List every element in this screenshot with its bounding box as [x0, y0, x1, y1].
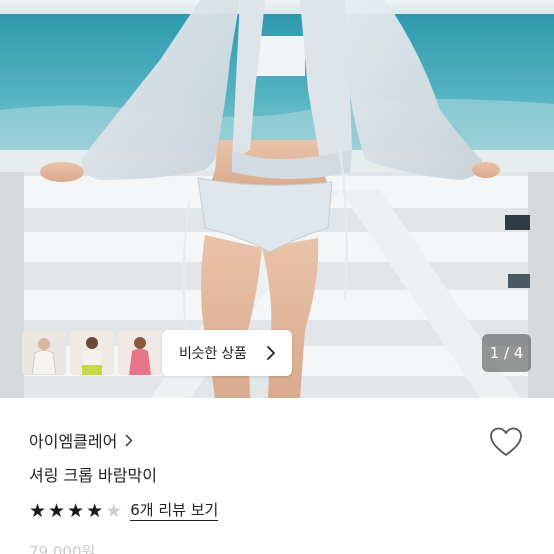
thumbnail-strip: [22, 331, 162, 375]
thumbnail-3-image: [118, 331, 162, 375]
star-rating: ★ ★ ★ ★ ★: [29, 501, 122, 521]
review-link[interactable]: 6개 리뷰 보기: [130, 501, 219, 521]
thumbnail-2[interactable]: [70, 331, 114, 375]
star-icon: ★: [86, 500, 104, 522]
product-price: 79,000원: [29, 543, 96, 554]
similar-products-button[interactable]: 비슷한 상품: [162, 330, 292, 376]
brand-link[interactable]: 아이엠클레어: [29, 428, 133, 452]
image-page-indicator: 1 / 4: [482, 334, 531, 372]
star-icon: ★: [48, 500, 66, 522]
similar-products-label: 비슷한 상품: [179, 346, 247, 362]
star-icon: ★: [105, 500, 123, 522]
thumbnail-3[interactable]: [118, 331, 162, 375]
thumbnail-1[interactable]: [22, 331, 66, 375]
wishlist-button[interactable]: [488, 426, 524, 462]
product-info: 아이엠클레어 셔링 크롭 바람막이 ★ ★ ★ ★ ★ 6개 리뷰 보기 79,000원: [0, 398, 554, 554]
rating-row: ★ ★ ★ ★ ★ 6개 리뷰 보기: [29, 501, 219, 521]
chevron-right-icon: [267, 346, 275, 360]
thumbnail-1-image: [22, 331, 66, 375]
product-title: 셔링 크롭 바람막이: [29, 466, 157, 485]
star-icon: ★: [29, 500, 47, 522]
heart-outline-icon: [490, 427, 522, 456]
thumbnail-2-image: [70, 331, 114, 375]
chevron-right-icon: [126, 434, 133, 446]
brand-name: 아이엠클레어: [29, 432, 118, 451]
product-main-image[interactable]: 비슷한 상품 1 / 4: [0, 0, 554, 398]
star-icon: ★: [67, 500, 85, 522]
